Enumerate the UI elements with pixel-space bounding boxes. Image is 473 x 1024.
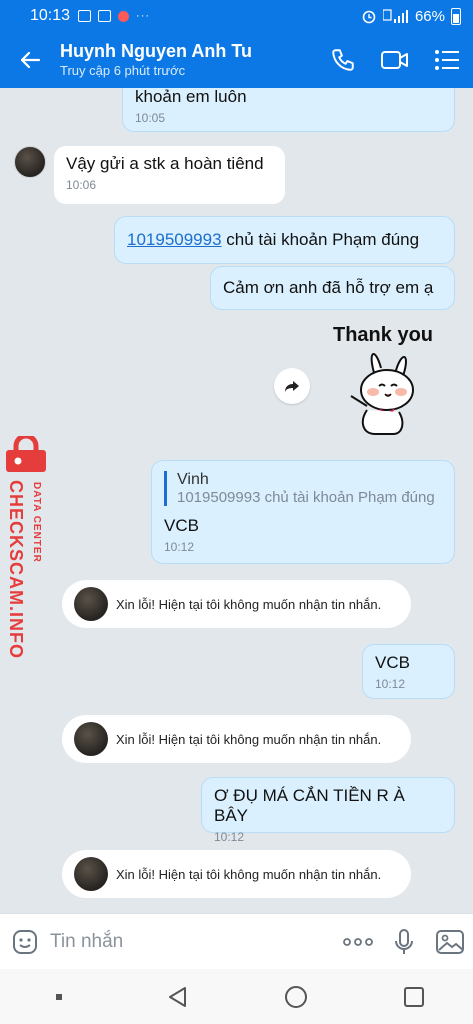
- call-button[interactable]: [317, 32, 369, 88]
- message-text: Ơ ĐỤ MÁ CẮN TIỀN R À BÂY: [214, 786, 405, 825]
- message-text: Vậy gửi a stk a hoàn tiênd: [66, 154, 264, 173]
- alarm-icon: [362, 10, 376, 24]
- auto-reply-message[interactable]: Xin lỗi! Hiện tại tôi không muốn nhận ti…: [62, 580, 411, 628]
- back-arrow-icon: [20, 51, 41, 69]
- contact-info[interactable]: Huynh Nguyen Anh Tu Truy cập 6 phút trướ…: [60, 40, 317, 80]
- list-menu-icon: [435, 50, 459, 70]
- app-notification-icon: [118, 10, 130, 22]
- video-call-button[interactable]: [369, 32, 421, 88]
- emoji-button[interactable]: [0, 914, 50, 970]
- message-time: 10:12: [164, 540, 195, 554]
- auto-reply-text: Xin lỗi! Hiện tại tôi không muốn nhận ti…: [116, 731, 382, 747]
- battery-percent: 66%: [414, 7, 445, 25]
- back-button[interactable]: [0, 32, 60, 88]
- message-text: chủ tài khoản Phạm đúng: [221, 230, 420, 249]
- account-number-link[interactable]: 1019509993: [127, 230, 222, 249]
- image-button[interactable]: [427, 914, 473, 970]
- message-bubble-outgoing[interactable]: Vinh 1019509993 chủ tài khoản Phạm đúng …: [151, 460, 455, 564]
- phone-icon: [332, 49, 354, 71]
- system-icons: 66%: [361, 7, 461, 25]
- message-text: VCB: [164, 516, 199, 535]
- message-text: VCB: [375, 653, 410, 672]
- auto-reply-text: Xin lỗi! Hiện tại tôi không muốn nhận ti…: [116, 596, 382, 612]
- quoted-text: 1019509993 chủ tài khoản Phạm đúng: [177, 489, 435, 506]
- message-bubble-outgoing[interactable]: khoản em luôn 10:05: [122, 88, 455, 132]
- battery-icon: [451, 7, 461, 25]
- home-button[interactable]: [266, 969, 326, 1024]
- quoted-message[interactable]: Vinh 1019509993 chủ tài khoản Phạm đúng: [164, 471, 442, 506]
- contact-avatar: [74, 857, 108, 891]
- chat-header: Huynh Nguyen Anh Tu Truy cập 6 phút trướ…: [0, 32, 473, 88]
- status-time: 10:13: [30, 7, 71, 24]
- message-text: khoản em luôn: [135, 88, 247, 106]
- message-time: 10:12: [214, 830, 245, 844]
- home-circle-icon: [284, 985, 307, 1008]
- quoted-sender: Vinh: [177, 471, 209, 488]
- message-time: 10:12: [375, 677, 406, 691]
- nav-back-button[interactable]: [147, 969, 207, 1024]
- gallery-notification-icon: [78, 10, 92, 22]
- message-notification-icon: [98, 10, 112, 22]
- sticker-caption: Thank you: [333, 324, 434, 346]
- more-notifications-icon: ···: [136, 10, 151, 22]
- message-bubble-outgoing[interactable]: 1019509993 chủ tài khoản Phạm đúng: [114, 216, 455, 264]
- share-button[interactable]: [274, 368, 310, 404]
- share-icon: [285, 381, 299, 392]
- auto-reply-message[interactable]: Xin lỗi! Hiện tại tôi không muốn nhận ti…: [62, 850, 411, 898]
- chat-area[interactable]: khoản em luôn 10:05 Vậy gửi a stk a hoàn…: [0, 88, 473, 913]
- contact-avatar[interactable]: [14, 146, 46, 178]
- lock-icon: [6, 436, 46, 472]
- message-text: Cảm ơn anh đã hỗ trợ em ạ: [223, 278, 434, 297]
- contact-name: Huynh Nguyen Anh Tu: [60, 41, 252, 61]
- square-icon: [403, 986, 424, 1007]
- message-bubble-incoming[interactable]: Vậy gửi a stk a hoàn tiênd 10:06: [54, 146, 285, 204]
- watermark-sub-text: DATA CENTER: [31, 482, 42, 563]
- last-seen: Truy cập 6 phút trước: [60, 63, 186, 78]
- notification-icons: ···: [78, 10, 150, 22]
- watermark: CHECKSCAM.INFO DATA CENTER: [0, 436, 52, 666]
- status-bar: 10:13 ··· 66%: [0, 0, 473, 32]
- voice-button[interactable]: [381, 914, 427, 970]
- more-icon: [343, 937, 373, 946]
- emoji-icon: [13, 929, 37, 954]
- more-button[interactable]: [335, 914, 381, 970]
- video-call-icon: [381, 51, 408, 69]
- overview-button[interactable]: [384, 969, 444, 1024]
- message-time: 10:05: [135, 111, 166, 125]
- message-bubble-outgoing[interactable]: Ơ ĐỤ MÁ CẮN TIỀN R À BÂY 10:12: [201, 777, 455, 844]
- message-input-bar: Tin nhắn: [0, 913, 473, 969]
- watermark-main-text: CHECKSCAM.INFO: [6, 480, 26, 659]
- auto-reply-message[interactable]: Xin lỗi! Hiện tại tôi không muốn nhận ti…: [62, 715, 411, 763]
- message-time: 10:06: [66, 178, 97, 192]
- microphone-icon: [395, 928, 413, 954]
- triangle-back-icon: [169, 986, 187, 1007]
- rabbit-sticker-icon[interactable]: [345, 346, 425, 442]
- system-navigation-bar: [0, 969, 473, 1024]
- message-input[interactable]: Tin nhắn: [50, 931, 335, 953]
- signal-icon: [382, 9, 408, 23]
- contact-avatar: [74, 722, 108, 756]
- contact-avatar: [74, 587, 108, 621]
- recent-apps-button[interactable]: [29, 969, 89, 1024]
- message-bubble-outgoing[interactable]: Cảm ơn anh đã hỗ trợ em ạ: [210, 266, 455, 310]
- message-bubble-outgoing[interactable]: VCB 10:12: [362, 644, 455, 699]
- auto-reply-text: Xin lỗi! Hiện tại tôi không muốn nhận ti…: [116, 866, 382, 882]
- square-dot-icon: [56, 993, 63, 1000]
- menu-button[interactable]: [421, 32, 473, 88]
- image-icon: [436, 929, 464, 954]
